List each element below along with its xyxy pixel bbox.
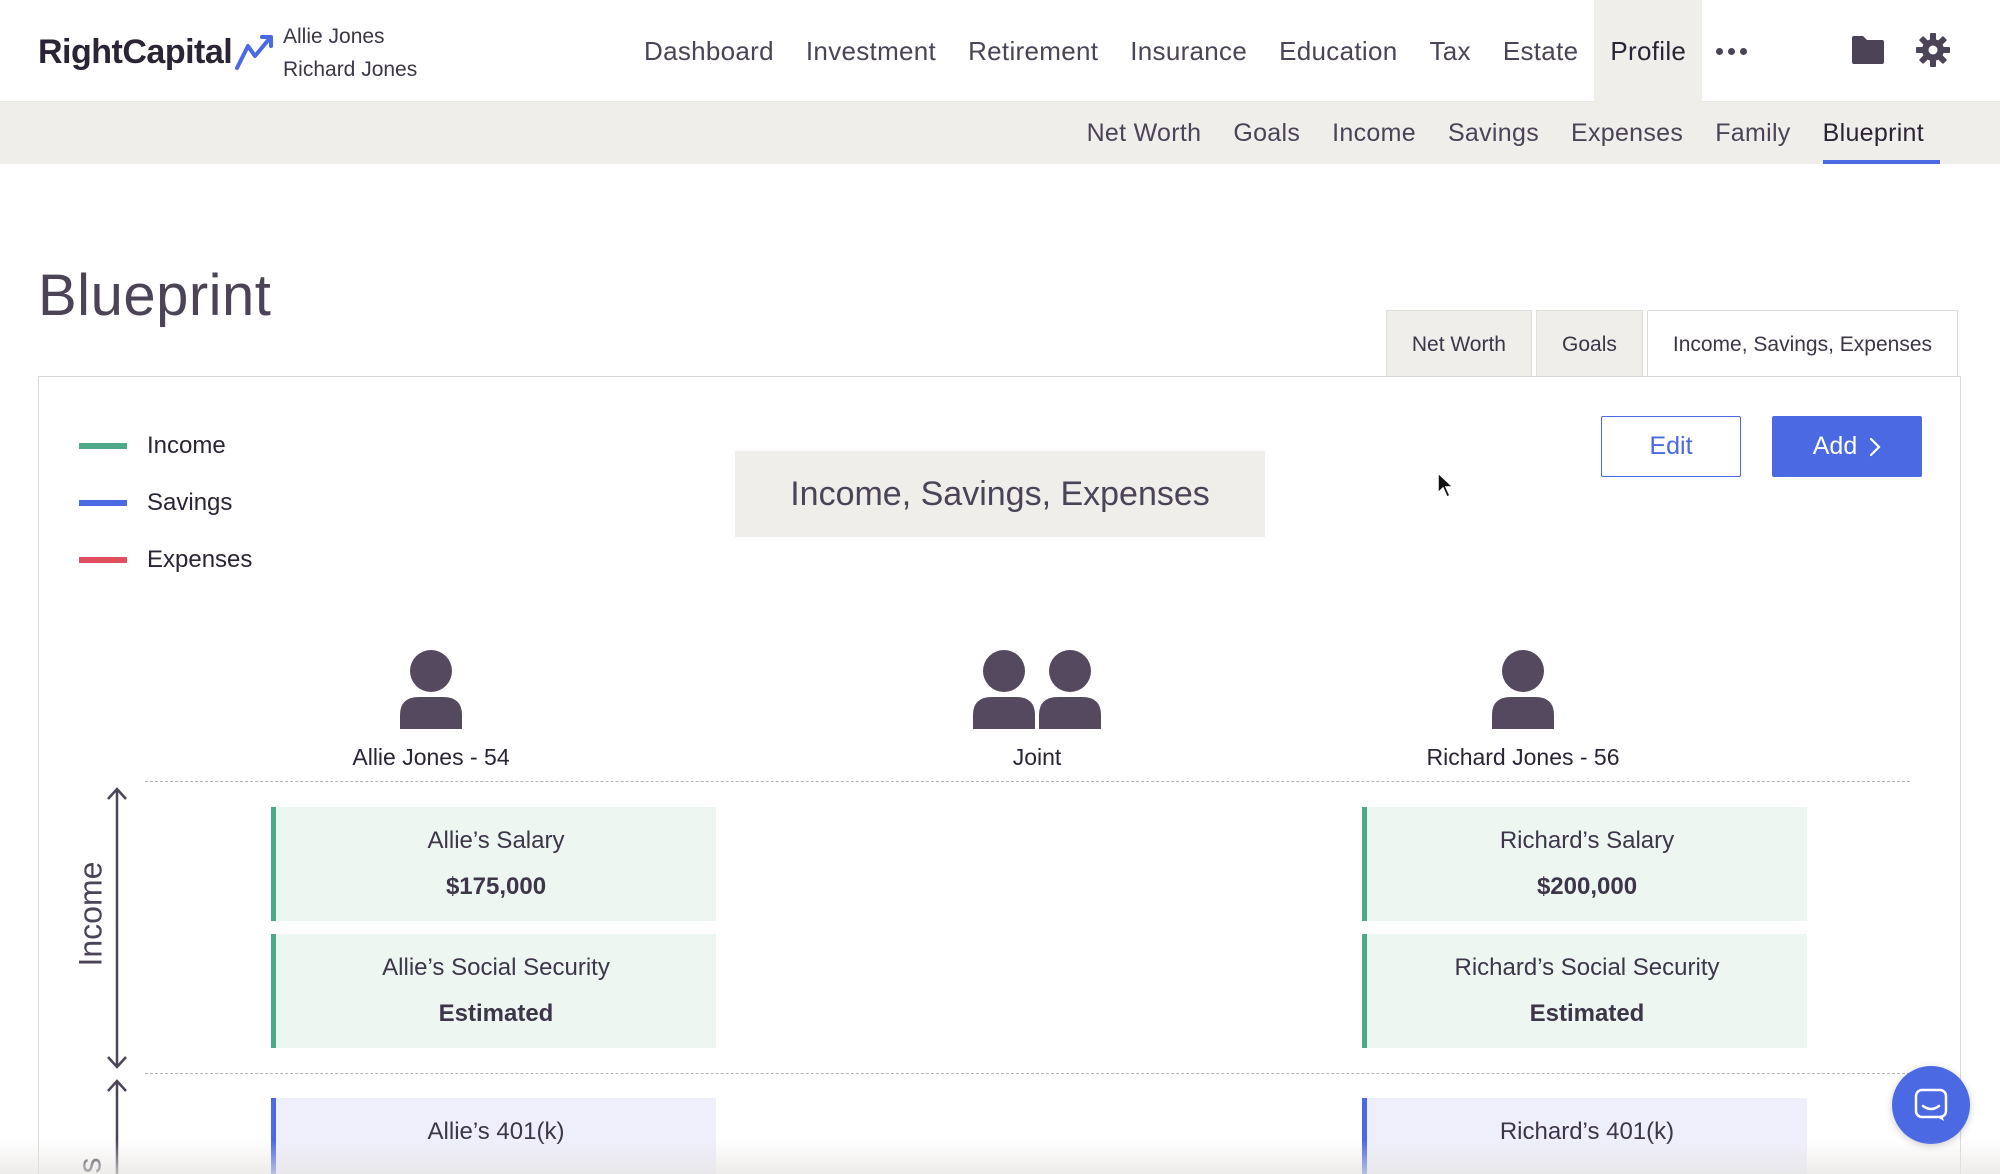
chat-launcher-button[interactable] (1892, 1066, 1970, 1144)
chat-icon (1914, 1088, 1948, 1121)
income-section-label: Income (72, 861, 109, 967)
nav-tax[interactable]: Tax (1413, 0, 1486, 102)
card-title: Allie’s 401(k) (427, 1118, 565, 1145)
person-allie: Allie Jones - 54 (281, 649, 581, 771)
sub-nav-bar: Net Worth Goals Income Savings Expenses … (0, 102, 2000, 164)
legend-swatch (79, 442, 127, 449)
view-tabs: Net Worth Goals Income, Savings, Expense… (1385, 310, 1958, 378)
rightcapital-logo[interactable]: RightCapital (38, 30, 276, 74)
nav-retirement[interactable]: Retirement (952, 0, 1114, 102)
savings-card[interactable]: Richard’s 401(k) (1362, 1098, 1807, 1174)
legend-label: Expenses (147, 545, 253, 573)
legend-item-savings: Savings (79, 474, 252, 531)
subnav-family[interactable]: Family (1699, 102, 1806, 164)
legend-swatch (79, 499, 127, 506)
sub-nav: Net Worth Goals Income Savings Expenses … (1071, 102, 1941, 164)
gear-icon[interactable] (1915, 32, 1951, 68)
chevron-right-icon (1870, 437, 1881, 456)
person-name: Richard Jones - 56 (1426, 744, 1620, 770)
main-nav: Dashboard Investment Retirement Insuranc… (628, 0, 1748, 102)
couple-icon (973, 650, 1101, 729)
savings-card[interactable]: Allie’s 401(k) (271, 1098, 716, 1174)
legend-swatch (79, 556, 127, 563)
nav-dashboard[interactable]: Dashboard (628, 0, 790, 102)
nav-estate[interactable]: Estate (1487, 0, 1595, 102)
legend-label: Income (147, 431, 226, 459)
client-names[interactable]: Allie Jones Richard Jones (283, 20, 417, 86)
nav-education[interactable]: Education (1263, 0, 1413, 102)
income-card[interactable]: Allie’s Social Security Estimated (271, 934, 716, 1048)
blueprint-panel: Income Savings Expenses Income, Savings,… (38, 376, 1961, 1174)
card-title: Allie’s Social Security (382, 954, 610, 981)
edit-button[interactable]: Edit (1601, 416, 1741, 477)
legend: Income Savings Expenses (79, 417, 252, 588)
income-card[interactable]: Richard’s Salary $200,000 (1362, 807, 1807, 921)
income-card[interactable]: Richard’s Social Security Estimated (1362, 934, 1807, 1048)
page-title: Blueprint (38, 263, 272, 328)
legend-label: Savings (147, 488, 233, 516)
card-value: $200,000 (1536, 873, 1638, 900)
client-name: Allie Jones (283, 25, 385, 48)
add-button-label: Add (1812, 432, 1858, 460)
card-value: $175,000 (445, 873, 547, 900)
subnav-expenses[interactable]: Expenses (1555, 102, 1699, 164)
more-icon[interactable] (1716, 0, 1748, 102)
logo-text: RightCapital (38, 32, 233, 71)
card-value: Estimated (438, 1000, 554, 1027)
subnav-goals[interactable]: Goals (1217, 102, 1316, 164)
person-joint: Joint (887, 649, 1187, 771)
tab-goals[interactable]: Goals (1536, 310, 1643, 378)
tab-income-savings-expenses[interactable]: Income, Savings, Expenses (1646, 310, 1958, 378)
person-name: Allie Jones - 54 (352, 744, 510, 770)
card-title: Richard’s Social Security (1454, 954, 1720, 981)
top-header: RightCapital Allie Jones Richard Jones D… (0, 0, 2000, 102)
person-icon (1492, 650, 1554, 729)
person-icon (400, 650, 462, 729)
person-richard: Richard Jones - 56 (1373, 649, 1673, 771)
tab-net-worth[interactable]: Net Worth (1385, 310, 1532, 378)
mouse-cursor-icon (1437, 471, 1455, 499)
subnav-savings[interactable]: Savings (1432, 102, 1555, 164)
logo-arrow-icon (235, 35, 274, 70)
legend-item-expenses: Expenses (79, 531, 252, 588)
subnav-income[interactable]: Income (1316, 102, 1432, 164)
client-name: Richard Jones (283, 58, 418, 81)
card-value: Estimated (1529, 1000, 1645, 1027)
card-title: Allie’s Salary (427, 827, 565, 854)
card-title: Richard’s Salary (1499, 827, 1675, 854)
person-name: Joint (1012, 744, 1062, 770)
card-title: Richard’s 401(k) (1499, 1118, 1675, 1145)
divider-line (145, 1073, 1910, 1074)
nav-profile[interactable]: Profile (1594, 0, 1703, 102)
divider-line (145, 781, 1910, 782)
folder-icon[interactable] (1850, 32, 1886, 68)
section-heading: Income, Savings, Expenses (735, 451, 1265, 537)
legend-item-income: Income (79, 417, 252, 474)
nav-insurance[interactable]: Insurance (1114, 0, 1263, 102)
subnav-net-worth[interactable]: Net Worth (1071, 102, 1218, 164)
income-card[interactable]: Allie’s Salary $175,000 (271, 807, 716, 921)
add-button[interactable]: Add (1772, 416, 1922, 477)
savings-section-label: s (71, 1157, 108, 1174)
nav-investment[interactable]: Investment (790, 0, 952, 102)
subnav-blueprint[interactable]: Blueprint (1807, 102, 1941, 164)
